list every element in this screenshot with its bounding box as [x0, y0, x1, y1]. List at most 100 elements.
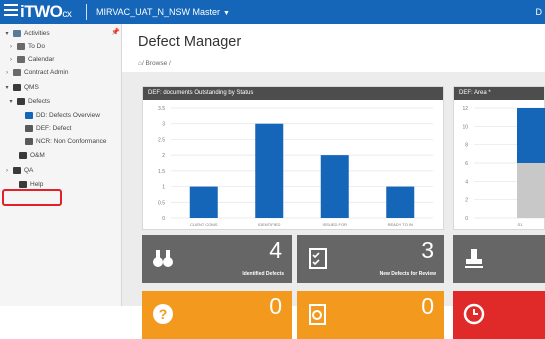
dashboard-tile[interactable]: ? 0 — [142, 291, 292, 339]
sidebar-item-qa[interactable]: › QA — [4, 164, 33, 177]
sidebar-item-defects[interactable]: ▾ Defects — [8, 95, 50, 108]
chevron-right-icon[interactable]: › — [4, 70, 10, 76]
tile-label: New Defects for Review — [379, 271, 436, 277]
chevron-right-icon[interactable]: › — [8, 57, 14, 63]
y-tick-label: 4 — [465, 179, 468, 185]
todo-icon — [17, 43, 25, 50]
tile-count: 0 — [269, 293, 282, 319]
x-tick-label: S1 — [518, 222, 524, 227]
dashboard-tile[interactable]: 0 — [297, 291, 444, 339]
activities-icon — [13, 30, 21, 37]
tile-label: Identified Defects — [242, 271, 284, 277]
question-icon: ? — [153, 304, 173, 324]
y-tick-label: 2.5 — [158, 137, 165, 143]
breadcrumb-text[interactable]: / Browse / — [142, 60, 171, 67]
sidebar: 📌 ▾ Activities › To Do › Calendar › Contract Ad… — [0, 24, 122, 306]
page-title: Defect Manager — [138, 34, 242, 50]
pin-icon[interactable]: 📌 — [111, 28, 120, 36]
stacked-bar-segment[interactable] — [517, 163, 545, 218]
dashboard-tile[interactable] — [453, 291, 545, 339]
chevron-down-icon[interactable]: ▾ — [4, 30, 10, 37]
dashboard-tile[interactable]: 3 New Defects for Review — [297, 235, 444, 283]
topbar-right-text[interactable]: D — [536, 7, 543, 17]
dashboard-tile[interactable] — [453, 235, 545, 283]
app-logo[interactable]: iTWOcx — [20, 2, 72, 22]
help-icon — [19, 181, 27, 188]
sidebar-item-label: QMS — [24, 84, 39, 91]
sidebar-item-label: Defects — [28, 98, 51, 105]
x-tick-label: ISSUED FOR — [323, 222, 348, 227]
sidebar-item-ncr-non-conformance[interactable]: NCR: Non Conformance — [16, 135, 106, 148]
x-tick-label: READY TO IN — [388, 222, 413, 227]
checklist-icon — [309, 248, 327, 269]
sidebar-item-label: NCR: Non Conformance — [36, 138, 107, 145]
y-tick-label: 2 — [465, 198, 468, 204]
qa-icon — [13, 167, 21, 174]
sidebar-item-label: Help — [30, 181, 44, 188]
dashboard-area: DEF: documents Outstanding by Status 3.5… — [122, 72, 545, 339]
sidebar-item-label: Activities — [24, 30, 50, 37]
sidebar-item-label: DD: Defects Overview — [36, 112, 100, 119]
chevron-down-icon[interactable]: ▾ — [4, 84, 10, 91]
sidebar-item-contract-admin[interactable]: › Contract Admin — [4, 66, 68, 79]
y-tick-label: 0 — [465, 216, 468, 222]
breadcrumb: ⌂/ Browse / — [138, 60, 171, 67]
defect-icon — [25, 125, 33, 132]
status-bar-chart: 3.5 3 2.5 2 1.5 1 0.5 0 CLIENT COMS IDENTIFIED ISS… — [158, 106, 433, 227]
y-tick-label: 3.5 — [158, 106, 165, 112]
chevron-right-icon[interactable]: › — [8, 44, 14, 50]
chevron-down-icon: ▼ — [223, 10, 230, 17]
chevron-right-icon[interactable]: › — [4, 168, 10, 174]
x-tick-label: CLIENT COMS — [190, 222, 218, 227]
y-tick-label: 10 — [462, 124, 468, 130]
refresh-doc-icon — [309, 304, 326, 325]
binoculars-icon — [153, 250, 173, 267]
sidebar-item-label: QA — [24, 167, 34, 174]
sidebar-item-label: Calendar — [28, 56, 55, 63]
x-tick-label: IDENTIFIED — [258, 222, 280, 227]
tile-count: 3 — [421, 237, 434, 263]
bar[interactable] — [255, 123, 284, 218]
dashboard-tile[interactable]: 4 Identified Defects — [142, 235, 292, 283]
sidebar-item-calendar[interactable]: › Calendar — [8, 53, 54, 66]
overview-icon — [25, 112, 33, 119]
status-chart-panel: DEF: documents Outstanding by Status 3.5… — [142, 86, 444, 230]
sidebar-item-to-do[interactable]: › To Do — [8, 40, 45, 53]
sidebar-item-activities[interactable]: ▾ Activities — [4, 27, 50, 40]
defects-icon — [17, 98, 25, 105]
qa-highlight-box — [2, 189, 62, 206]
y-tick-label: 1.5 — [158, 169, 165, 175]
sidebar-item-qms[interactable]: ▾ QMS — [4, 81, 39, 94]
tile-count: 4 — [269, 237, 282, 263]
sidebar-item-label: Contract Admin — [24, 69, 69, 76]
contract-admin-icon — [13, 69, 21, 76]
status-chart-title: DEF: documents Outstanding by Status — [143, 87, 443, 100]
bar[interactable] — [320, 155, 349, 218]
bar[interactable] — [189, 186, 218, 218]
chevron-down-icon[interactable]: ▾ — [8, 98, 14, 105]
calendar-icon — [17, 56, 25, 63]
y-tick-label: 1 — [162, 185, 165, 191]
y-tick-label: 8 — [465, 143, 468, 149]
area-chart-panel: DEF: Area * 12 10 8 6 4 2 0 S1 — [453, 86, 545, 230]
sidebar-item-label: To Do — [28, 43, 45, 50]
sidebar-item-def-defect[interactable]: DEF: Defect — [16, 122, 71, 135]
tile-count: 0 — [421, 293, 434, 319]
y-tick-label: 2 — [162, 153, 165, 159]
clock-icon — [463, 303, 485, 325]
project-selector[interactable]: MIRVAC_UAT_N_NSW Master ▼ — [96, 7, 230, 17]
sidebar-item-dd-defects-overview[interactable]: DD: Defects Overview — [16, 109, 100, 122]
stacked-bar-segment[interactable] — [517, 108, 545, 163]
hamburger-menu-icon[interactable] — [4, 4, 18, 18]
bar[interactable] — [386, 186, 415, 218]
y-tick-label: 6 — [465, 161, 468, 167]
ncr-icon — [25, 138, 33, 145]
top-bar: iTWOcx MIRVAC_UAT_N_NSW Master ▼ D — [0, 0, 545, 24]
folder-icon — [19, 152, 27, 159]
y-tick-label: 12 — [462, 106, 468, 112]
sidebar-item-label: O&M — [30, 152, 45, 159]
main-content: Defect Manager ⌂/ Browse / DEF: document… — [122, 24, 545, 339]
sidebar-item-o-m[interactable]: O&M — [10, 149, 45, 162]
topbar-divider — [86, 4, 87, 20]
stamp-icon — [465, 249, 483, 268]
